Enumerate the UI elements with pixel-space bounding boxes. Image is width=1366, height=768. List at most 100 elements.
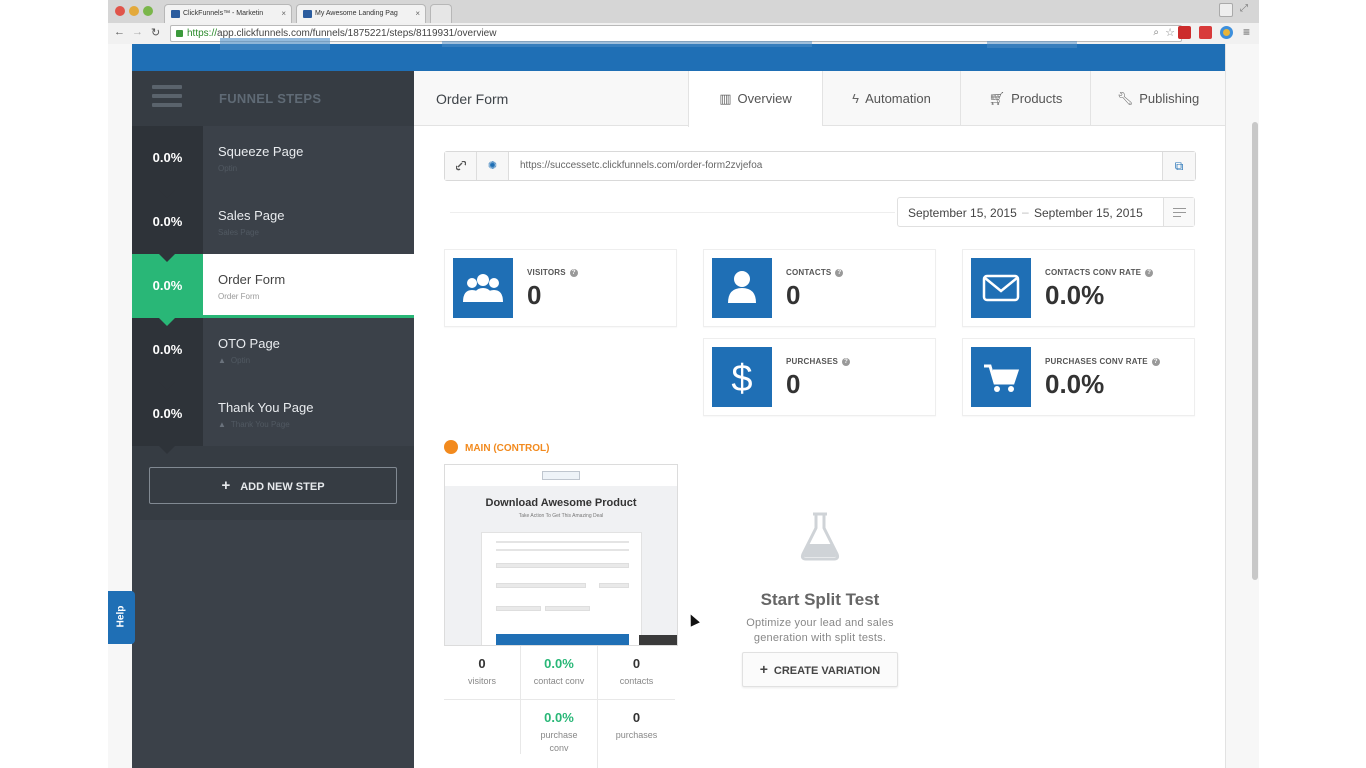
- stat-card-visitors: VISITORS? 0: [444, 249, 677, 327]
- tab-automation[interactable]: ϟ Automation: [822, 71, 960, 126]
- user-profile-icon[interactable]: [1219, 3, 1233, 17]
- back-arrow-icon[interactable]: ←: [114, 26, 125, 38]
- help-question-icon[interactable]: ?: [1145, 269, 1154, 277]
- preview-order-form: [481, 532, 642, 645]
- date-options-icon[interactable]: [1163, 198, 1194, 226]
- sidebar-step-thank-you-page[interactable]: 0.0% Thank You Page ▲ Thank You Page: [132, 382, 414, 454]
- zoom-window-icon[interactable]: [143, 6, 153, 16]
- stat-value: 0: [786, 369, 801, 399]
- help-question-icon[interactable]: ?: [569, 269, 578, 277]
- step-conversion-rate: 0.0%: [132, 126, 203, 198]
- variant-stat-contact-conv: 0.0% contact conv: [521, 646, 598, 700]
- hamburger-menu-icon[interactable]: [152, 85, 182, 111]
- create-variation-label: CREATE VARIATION: [773, 665, 881, 677]
- chrome-menu-icon[interactable]: ≡: [1243, 25, 1250, 39]
- date-to: September 15, 2015: [1034, 206, 1143, 220]
- variant-stats-grid: 0 visitors 0.0% contact conv 0 contacts 0.0…: [444, 646, 678, 768]
- stat-card-contacts-conv-rate: CONTACTS CONV RATE? 0.0%: [962, 249, 1195, 327]
- variant-stat-purchases: 0 purchases: [615, 710, 658, 740]
- help-question-icon[interactable]: ?: [842, 358, 851, 366]
- preview-field: [496, 583, 586, 588]
- preview-row: [496, 549, 629, 551]
- preview-submit-button: [496, 634, 629, 645]
- plus-icon: +: [221, 477, 231, 494]
- step-type: Thank You Page: [230, 420, 290, 429]
- mouse-cursor-icon: [686, 612, 700, 627]
- cart-icon: [971, 347, 1031, 407]
- date-from: September 15, 2015: [908, 206, 1017, 220]
- step-type: Optin: [218, 164, 238, 173]
- create-variation-button[interactable]: + CREATE VARIATION: [742, 652, 898, 687]
- tab-label: Publishing: [1139, 91, 1200, 106]
- minimize-window-icon[interactable]: [129, 6, 139, 16]
- funnel-steps-sidebar: FUNNEL STEPS 0.0% Squeeze Page Optin 0.0…: [132, 71, 414, 768]
- tab-publishing[interactable]: 🔧︎ Publishing: [1090, 71, 1225, 126]
- stat-card-contacts: CONTACTS? 0: [703, 249, 936, 327]
- users-icon: [453, 258, 513, 318]
- preview-field: [545, 606, 590, 611]
- gear-icon: ✺: [487, 160, 498, 172]
- tab-label: Automation: [865, 91, 931, 106]
- close-tab-icon[interactable]: ×: [415, 9, 420, 18]
- page-url-value[interactable]: https://successetc.clickfunnels.com/orde…: [520, 160, 762, 171]
- forward-arrow-icon[interactable]: →: [132, 26, 143, 38]
- svg-text:$: $: [731, 358, 752, 400]
- plus-icon: +: [759, 661, 768, 677]
- fullscreen-icon[interactable]: ⤢: [1240, 3, 1248, 14]
- step-name: Thank You Page: [218, 400, 314, 415]
- sidebar-step-order-form[interactable]: 0.0% Order Form Order Form: [132, 254, 414, 326]
- page-title: Order Form: [436, 91, 509, 107]
- sidebar-step-oto-page[interactable]: 0.0% OTO Page ▲ Optin: [132, 318, 414, 390]
- preview-field: [496, 563, 629, 568]
- sidebar-step-sales-page[interactable]: 0.0% Sales Page Sales Page: [132, 190, 414, 262]
- secure-lock-icon: [176, 30, 183, 37]
- envelope-icon: [971, 258, 1031, 318]
- warning-icon: ▲: [218, 420, 226, 429]
- browser-tab-clickfunnels[interactable]: ClickFunnels™ - Marketin ×: [164, 4, 292, 23]
- help-question-icon[interactable]: ?: [835, 269, 844, 277]
- step-type: Sales Page: [218, 228, 259, 237]
- variant-stat-purchase-conv: 0.0% purchase conv: [521, 700, 598, 768]
- stat-label: CONTACTS?: [786, 268, 844, 277]
- tab-overview[interactable]: ▥ Overview: [688, 71, 822, 127]
- page-scrollbar-thumb[interactable]: [1252, 122, 1258, 580]
- browser-tab-label: My Awesome Landing Pag: [315, 10, 398, 17]
- url-settings-button[interactable]: ✺: [477, 152, 509, 180]
- step-type-row: ▲ Thank You Page: [218, 420, 290, 429]
- user-menu-faded-icon[interactable]: [987, 41, 1077, 48]
- stat-value: 0: [527, 280, 542, 310]
- reload-icon[interactable]: ↻: [151, 26, 160, 39]
- stat-label: VISITORS?: [527, 268, 578, 277]
- app-header: [132, 38, 1225, 71]
- extension-icon[interactable]: [1178, 26, 1191, 39]
- close-window-icon[interactable]: [115, 6, 125, 16]
- help-question-icon[interactable]: ?: [1151, 358, 1160, 366]
- step-name: Order Form: [218, 272, 286, 287]
- clickfunnels-favicon-icon: [171, 10, 180, 18]
- extension-icon[interactable]: [1199, 26, 1212, 39]
- preview-field: [599, 583, 629, 588]
- search-icon[interactable]: ⌕: [1153, 27, 1159, 38]
- step-name: OTO Page: [218, 336, 280, 351]
- new-tab-button[interactable]: [430, 4, 452, 23]
- close-tab-icon[interactable]: ×: [281, 9, 286, 18]
- stat-value: 0.0%: [1045, 369, 1105, 399]
- sidebar-step-squeeze-page[interactable]: 0.0% Squeeze Page Optin: [132, 126, 414, 198]
- step-conversion-rate: 0.0%: [132, 254, 203, 326]
- warning-icon: ▲: [218, 356, 226, 365]
- tab-products[interactable]: 🛒︎ Products: [960, 71, 1090, 126]
- page-preview-thumbnail[interactable]: Download Awesome Product Take Action To …: [444, 464, 678, 646]
- help-tab[interactable]: Help: [108, 591, 135, 644]
- preview-row: [496, 541, 629, 543]
- open-page-button[interactable]: ⧉: [1162, 152, 1195, 180]
- date-range-picker[interactable]: September 15, 2015 – September 15, 2015: [897, 197, 1195, 227]
- step-conversion-rate: 0.0%: [132, 318, 203, 390]
- variant-stat-empty: [444, 700, 521, 754]
- chrome-extension-icon[interactable]: [1220, 26, 1233, 39]
- preview-logo-icon: [542, 471, 580, 480]
- add-new-step-button[interactable]: + ADD NEW STEP: [149, 467, 397, 504]
- browser-tab-landing-page[interactable]: My Awesome Landing Pag ×: [296, 4, 426, 23]
- step-type-row: ▲ Optin: [218, 356, 250, 365]
- copy-link-button[interactable]: [445, 152, 477, 180]
- bookmark-star-icon[interactable]: ☆: [1165, 26, 1175, 39]
